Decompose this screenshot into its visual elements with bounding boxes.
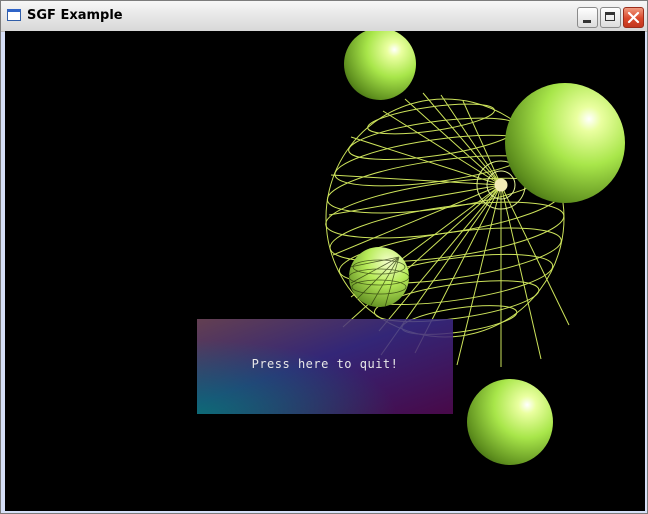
app-window: SGF Example Press here to quit! [0,0,648,514]
maximize-button[interactable] [600,7,621,28]
render-viewport[interactable]: Press here to quit! [5,31,645,511]
close-button[interactable] [623,7,644,28]
title-bar[interactable]: SGF Example [1,1,647,32]
3d-scene [325,31,625,465]
quit-button-label: Press here to quit! [251,357,399,371]
quit-button[interactable]: Press here to quit! [197,319,453,414]
sphere-top [344,31,416,100]
window-app-icon [7,9,21,21]
sphere-bottom [467,379,553,465]
minimize-icon [583,20,591,23]
window-title: SGF Example [27,8,123,23]
maximize-icon [605,12,615,21]
sphere-right [505,83,625,203]
minimize-button[interactable] [577,7,598,28]
close-icon [627,11,640,24]
sphere-small-inner [348,247,410,308]
